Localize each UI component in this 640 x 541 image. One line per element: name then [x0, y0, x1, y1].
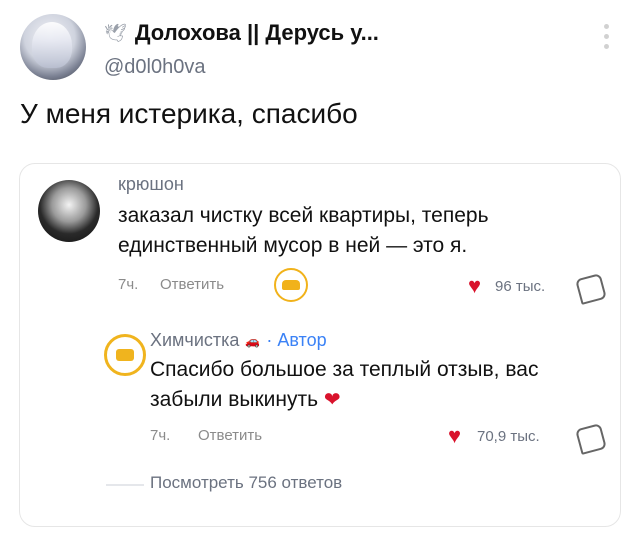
- dove-icon: 🕊: [104, 22, 127, 43]
- more-options-icon[interactable]: [604, 24, 610, 49]
- reply-user-row: Химчистка 🚗 · Автор: [150, 330, 327, 351]
- view-more-replies-link[interactable]: Посмотреть 756 ответов: [150, 473, 342, 493]
- profile-avatar[interactable]: [20, 14, 86, 80]
- author-handle[interactable]: @d0l0h0va: [104, 56, 205, 79]
- tweet-text: У меня истерика, спасибо: [20, 98, 358, 129]
- reply-text: Спасибо большое за теплый отзыв, вас заб…: [150, 355, 580, 415]
- car-icon: [116, 349, 134, 361]
- author-badge: · Автор: [266, 330, 327, 350]
- reply-reply-button[interactable]: Ответить: [198, 427, 262, 444]
- author-row: 🕊 Долохова || Дерусь у...: [104, 20, 379, 46]
- car-icon: [282, 280, 300, 290]
- comment-like-count: 96 тыс.: [495, 278, 546, 295]
- comment-reply-button[interactable]: Ответить: [160, 276, 224, 293]
- car-emoji-icon: 🚗: [245, 333, 261, 348]
- reply-username[interactable]: Химчистка: [150, 330, 239, 351]
- avatar-hair: [32, 22, 72, 68]
- reply-like-heart-icon[interactable]: ♥: [448, 425, 461, 447]
- sticker-icon: [274, 268, 308, 302]
- like-heart-icon[interactable]: ♥: [468, 275, 481, 297]
- reply-text-content: Спасибо большое за теплый отзыв, вас заб…: [150, 358, 539, 411]
- company-avatar[interactable]: [104, 334, 146, 376]
- view-more-divider: [106, 484, 144, 486]
- commenter-username[interactable]: крюшон: [118, 174, 184, 195]
- comment-time: 7ч.: [118, 276, 139, 293]
- comment-text: заказал чистку всей квартиры, теперь еди…: [118, 204, 489, 257]
- commenter-avatar[interactable]: [38, 180, 100, 242]
- reply-time: 7ч.: [150, 427, 171, 444]
- red-heart-icon: ❤: [323, 389, 341, 411]
- author-name[interactable]: Долохова || Дерусь у...: [135, 20, 379, 46]
- reply-like-count: 70,9 тыс.: [477, 428, 540, 445]
